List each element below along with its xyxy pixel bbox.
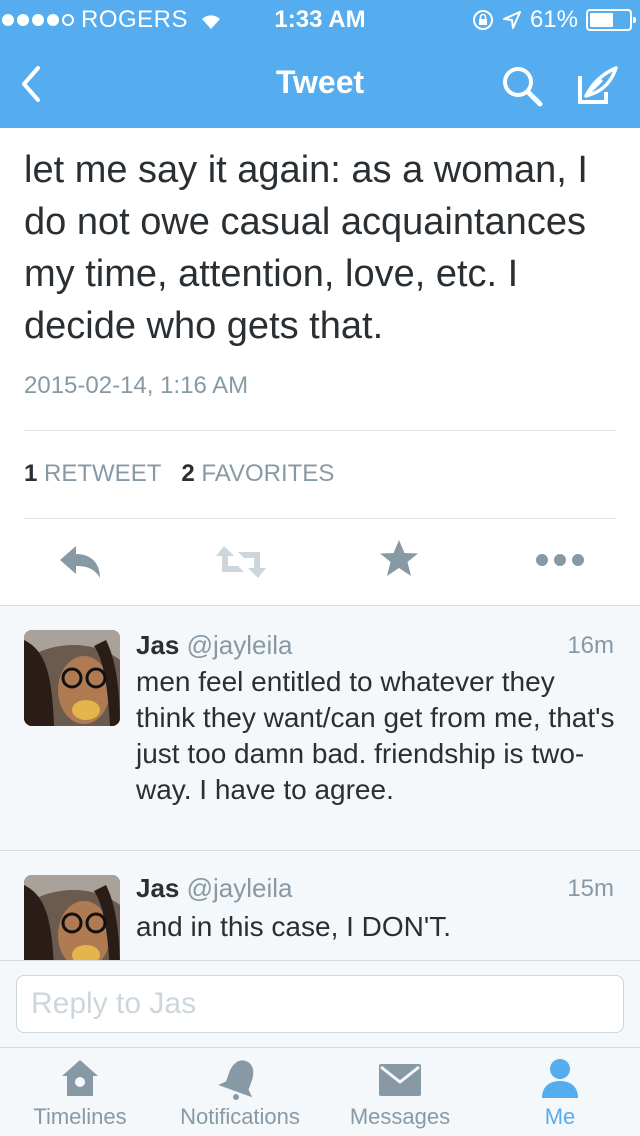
tab-me[interactable]: Me — [480, 1048, 640, 1136]
reply-author[interactable]: Jas @jayleila — [136, 873, 293, 904]
divider — [24, 430, 616, 431]
battery-fill — [590, 13, 613, 27]
favorites-stat[interactable]: 2 FAVORITES — [181, 460, 334, 487]
retweet-icon[interactable] — [214, 542, 268, 582]
reply-input[interactable] — [16, 975, 624, 1033]
reply-text: and in this case, I DON'T. — [136, 911, 452, 942]
reply-author[interactable]: Jas @jayleila — [136, 630, 293, 661]
tab-timelines[interactable]: Timelines — [0, 1048, 160, 1136]
battery-icon — [586, 9, 636, 31]
more-icon[interactable] — [534, 552, 586, 568]
reply-name: Jas — [136, 630, 180, 660]
avatar[interactable] — [24, 875, 120, 960]
tweet-date: 2015-02-14, 1:16 AM — [24, 372, 249, 399]
reply-name: Jas — [136, 873, 180, 903]
reply-time: 16m — [567, 632, 614, 659]
avatar[interactable] — [24, 630, 120, 726]
tweet-stats: 1 RETWEET 2 FAVORITES — [24, 460, 334, 488]
reply-time: 15m — [567, 875, 614, 902]
person-icon — [542, 1059, 578, 1098]
divider — [24, 518, 616, 519]
tab-messages[interactable]: Messages — [320, 1048, 480, 1136]
envelope-icon — [379, 1064, 421, 1096]
reply-icon[interactable] — [56, 542, 104, 582]
home-icon — [62, 1060, 98, 1096]
tab-label: Notifications — [180, 1104, 300, 1129]
tab-label: Timelines — [33, 1104, 127, 1129]
reply-tweet[interactable]: Jas @jayleila 15m and in this case, I DO… — [0, 851, 640, 960]
tab-label: Me — [544, 1104, 576, 1129]
search-icon[interactable] — [498, 62, 546, 110]
tab-bar: Timelines Notifications Messages Me — [0, 1048, 640, 1136]
rotation-lock-icon — [472, 10, 493, 30]
tab-label: Messages — [349, 1104, 451, 1129]
tab-notifications[interactable]: Notifications — [160, 1048, 320, 1136]
location-arrow-icon — [502, 11, 521, 29]
retweets-stat[interactable]: 1 RETWEET — [24, 460, 161, 487]
reply-handle: @jayleila — [186, 630, 293, 660]
reply-handle: @jayleila — [186, 873, 293, 903]
reply-bar — [0, 960, 640, 1048]
status-bar: ROGERS 1:33 AM 61% — [0, 0, 640, 40]
status-right: 61% — [472, 6, 636, 34]
tweet-text: let me say it again: as a woman, I do no… — [24, 149, 588, 347]
reply-tweet[interactable]: Jas @jayleila 16m men feel entitled to w… — [0, 606, 640, 850]
bell-icon — [218, 1060, 254, 1100]
reply-text: men feel entitled to whatever they think… — [136, 666, 615, 805]
battery-percent: 61% — [529, 6, 578, 33]
tweet-actions — [0, 534, 640, 594]
nav-bar: Tweet — [0, 40, 640, 128]
compose-icon[interactable] — [572, 62, 620, 110]
header: ROGERS 1:33 AM 61% Tweet — [0, 0, 640, 128]
favorite-icon[interactable] — [378, 538, 420, 580]
